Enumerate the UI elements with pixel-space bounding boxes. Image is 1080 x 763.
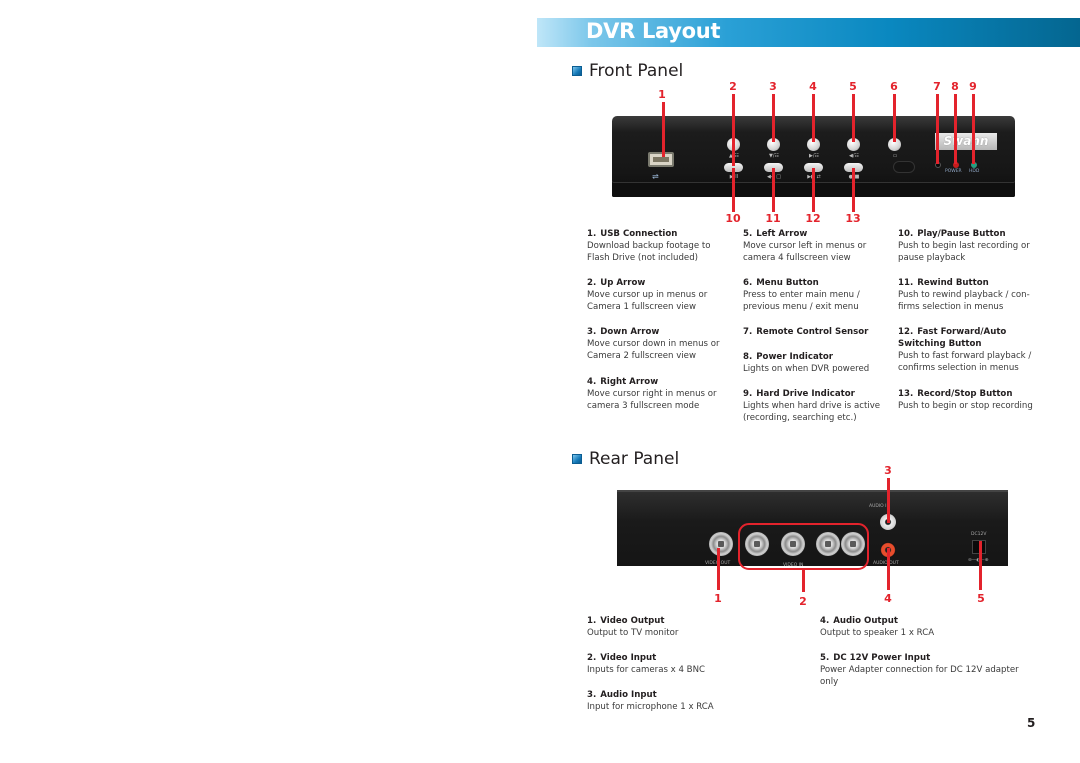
rear-leader-2: [802, 568, 805, 592]
leader-line-11: [772, 168, 775, 212]
square-bullet-icon: [572, 66, 582, 76]
callout-1: 1: [658, 88, 666, 101]
leader-line-9: [972, 94, 975, 164]
leader-line-4: [812, 94, 815, 142]
callout-9: 9: [969, 80, 977, 93]
leader-line-3: [772, 94, 775, 142]
right-arrow-label: ▶/☷: [808, 153, 819, 159]
front-panel-title: Front Panel: [589, 61, 684, 81]
leader-line-7: [936, 94, 939, 164]
callout-4: 4: [809, 80, 817, 93]
rear-callout-2: 2: [799, 595, 807, 608]
audio-out-label: AUDIO OUT: [873, 561, 899, 566]
dc-label: DC12V: [971, 532, 987, 537]
power-label: POWER: [945, 169, 962, 174]
callout-6: 6: [890, 80, 898, 93]
usb-icon: ⇌: [652, 172, 659, 181]
front-item-6: 6. Menu Button Press to enter main menu /…: [743, 278, 860, 312]
rear-item-5: 5. DC 12V Power Input Power Adapter conne…: [820, 653, 1019, 687]
left-arrow-label: ◀/☷: [848, 153, 859, 159]
front-item-9: 9. Hard Drive Indicator Lights when hard …: [743, 389, 881, 423]
hdd-label: HDD: [969, 169, 980, 174]
ir-window: [893, 161, 915, 173]
leader-line-10: [732, 168, 735, 212]
rear-callout-4: 4: [884, 592, 892, 605]
callout-2: 2: [729, 80, 737, 93]
front-item-11: 11. Rewind Button Push to rewind playback…: [898, 278, 1030, 312]
down-arrow-label: ▼/☷: [768, 153, 779, 159]
front-item-2: 2. Up Arrow Move cursor up in menus or Ca…: [587, 278, 708, 312]
front-item-8: 8. Power Indicator Lights on when DVR pow…: [743, 352, 870, 374]
rear-item-2: 2. Video Input Inputs for cameras x 4 BNC: [587, 653, 706, 675]
callout-7: 7: [933, 80, 941, 93]
rear-callout-3: 3: [884, 464, 892, 477]
front-item-10: 10. Play/Pause Button Push to begin last …: [898, 229, 1030, 263]
front-item-5: 5. Left Arrow Move cursor left in menus o…: [743, 229, 867, 263]
callout-11: 11: [765, 212, 781, 225]
rear-leader-5: [979, 541, 982, 590]
rear-item-1: 1. Video Output Output to TV monitor: [587, 616, 679, 638]
rear-callout-1: 1: [714, 592, 722, 605]
front-item-13: 13. Record/Stop Button Push to begin or s…: [898, 389, 1033, 411]
page-title: DVR Layout: [586, 19, 721, 43]
leader-line-6: [893, 94, 896, 142]
leader-line-12: [812, 168, 815, 212]
square-bullet-icon: [572, 454, 582, 464]
callout-12: 12: [805, 212, 821, 225]
rear-panel-title: Rear Panel: [589, 449, 680, 469]
brand-logo: Swann: [935, 133, 997, 150]
leader-line-1: [662, 102, 665, 157]
leader-line-13: [852, 168, 855, 212]
callout-5: 5: [849, 80, 857, 93]
title-bar: DVR Layout: [537, 18, 1080, 47]
front-item-3: 3. Down Arrow Move cursor down in menus o…: [587, 327, 720, 361]
rear-panel-heading: Rear Panel: [572, 449, 679, 469]
leader-line-8: [954, 94, 957, 164]
callout-8: 8: [951, 80, 959, 93]
front-item-4: 4. Right Arrow Move cursor right in menus…: [587, 377, 717, 411]
rear-leader-3: [887, 478, 890, 523]
video-input-highlight-ring: [738, 523, 869, 570]
callout-13: 13: [845, 212, 861, 225]
front-item-7: 7. Remote Control Sensor: [743, 327, 869, 337]
video-out-bnc: [709, 532, 733, 556]
rear-callout-5: 5: [977, 592, 985, 605]
rear-item-3: 3. Audio Input Input for microphone 1 x R…: [587, 690, 714, 712]
front-panel-heading: Front Panel: [572, 61, 683, 81]
rear-item-4: 4. Audio Output Output to speaker 1 x RCA: [820, 616, 935, 638]
front-item-1: 1. USB Connection Download backup footage…: [587, 229, 711, 263]
leader-line-2: [732, 94, 735, 166]
usb-port: [648, 152, 674, 167]
callout-3: 3: [769, 80, 777, 93]
front-item-12: 12. Fast Forward/Auto Switching Button Pu…: [898, 327, 1032, 373]
page-number: 5: [1027, 716, 1036, 730]
menu-button-label: ▭: [892, 153, 898, 159]
rear-leader-4: [887, 548, 890, 590]
rear-leader-1: [717, 548, 720, 590]
callout-10: 10: [725, 212, 741, 225]
leader-line-5: [852, 94, 855, 142]
